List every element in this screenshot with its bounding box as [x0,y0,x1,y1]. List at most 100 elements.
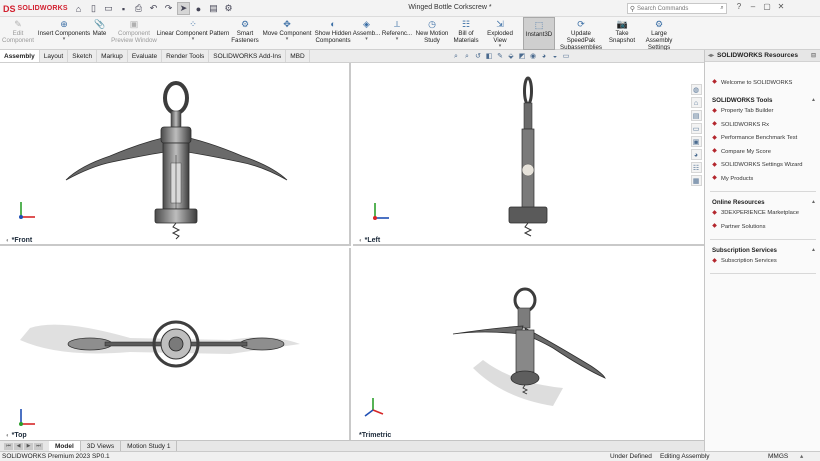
ribbon-button-6[interactable]: ✥ Move Component ▾ [260,17,314,50]
ribbon-button-8[interactable]: ◈ Assemb... ▾ [353,17,381,50]
dropdown-arrow-icon[interactable]: ▾ [63,37,66,42]
bottom-tab-3d-views[interactable]: 3D Views [81,440,122,452]
file-explorer-icon[interactable]: ▭ [690,123,702,134]
home-tab-icon[interactable]: ⌂ [690,97,702,108]
viewport-top[interactable]: ◐ *Top [0,248,351,440]
print-icon[interactable]: ⎙ [132,2,145,15]
open-folder-icon[interactable]: ▭ [102,2,115,15]
bottom-tab-model[interactable]: Model [49,440,81,452]
tab-assembly[interactable]: Assembly [0,50,40,62]
search-input[interactable]: Search Commands [637,6,718,12]
appearances-icon[interactable]: ◕ [690,149,702,160]
ribbon-button-9[interactable]: ⟂ Referenc... ▾ [382,17,412,50]
view-settings-icon[interactable]: ▭ [562,52,570,61]
search-scope-icon[interactable]: ⚲ [628,5,637,13]
view-eye-icon[interactable]: ◐ [359,238,363,244]
tab-evaluate[interactable]: Evaluate [128,50,163,62]
design-library-icon[interactable]: ▤ [690,110,702,121]
restore-icon[interactable]: ▢ [762,2,772,11]
forum-icon[interactable]: ▦ [690,175,702,186]
view-orientation-icon[interactable]: ⬙ [507,52,515,61]
previous-view-icon[interactable]: ↺ [474,52,482,61]
resource-link[interactable]: ◆ Partner Solutions [705,220,820,234]
pin-icon[interactable]: ⊟ [811,52,816,59]
task-pane-nav-icon[interactable]: ◂▸ [708,52,714,59]
tab-mbd[interactable]: MBD [286,50,310,62]
ribbon-button-11[interactable]: ☷ Bill of Materials [453,17,479,50]
select-arrow-icon[interactable]: ➤ [177,2,190,15]
edit-appearance-icon[interactable]: ◕ [540,52,548,61]
apply-scene-icon[interactable]: ◒ [551,52,559,61]
ribbon-button-1[interactable]: ⊕ Insert Components ▾ [35,17,93,50]
resource-link[interactable]: ◆ SOLIDWORKS Rx [705,118,820,132]
tab-markup[interactable]: Markup [97,50,128,62]
dynamic-annotation-icon[interactable]: ✎ [496,52,504,61]
ribbon-button-14[interactable]: ⟳ Update SpeedPak Subassemblies [557,17,605,51]
resources-tab-icon[interactable]: ◍ [690,84,702,95]
tab-render-tools[interactable]: Render Tools [162,50,210,62]
solidworks-logo[interactable]: DS SOLIDWORKS [3,3,68,14]
resource-link[interactable]: ◆ 3DEXPERIENCE Marketplace [705,207,820,221]
hide-show-items-icon[interactable]: ◉ [529,52,537,61]
ribbon-button-16[interactable]: ⚙ Large Assembly Settings [637,17,681,51]
save-icon[interactable]: ▪ [117,2,130,15]
dropdown-arrow-icon[interactable]: ▾ [286,37,289,42]
view-palette-icon[interactable]: ▣ [690,136,702,147]
status-units[interactable]: MMGS [768,452,788,461]
ribbon-button-15[interactable]: 📷 Take Snapshot [607,17,637,50]
collapse-chevron-icon[interactable]: ▲ [811,199,816,205]
ribbon-button-2[interactable]: 📎 Mate [91,17,108,50]
ribbon-button-10[interactable]: ◷ New Motion Study [413,17,451,50]
new-document-icon[interactable]: ▯ [87,2,100,15]
rebuild-icon[interactable]: ● [192,2,205,15]
minimize-icon[interactable]: – [748,2,758,11]
welcome-link[interactable]: ◆ Welcome to SOLIDWORKS [705,76,820,90]
zoom-to-area-icon[interactable]: ⌕ [463,52,471,61]
ribbon-button-7[interactable]: ◐ Show Hidden Components [313,17,353,50]
section-header[interactable]: Online Resources ▲ [705,198,820,207]
ribbon-button-13[interactable]: ⬚ Instant3D [523,17,555,50]
viewport-left[interactable]: ◐ *Left [353,63,704,246]
section-view-icon[interactable]: ◧ [485,52,493,61]
search-icon[interactable]: ⌕ [718,5,726,12]
file-properties-icon[interactable]: ▤ [207,2,220,15]
tab-layout[interactable]: Layout [40,50,69,62]
redo-icon[interactable]: ↷ [162,2,175,15]
tab-sketch[interactable]: Sketch [68,50,98,62]
close-icon[interactable]: ✕ [776,2,786,11]
next-tab-icon[interactable]: ▶ [24,442,33,450]
first-tab-icon[interactable]: ⏮ [4,442,13,450]
resource-link[interactable]: ◆ Property Tab Builder [705,105,820,119]
tab-solidworks-add-ins[interactable]: SOLIDWORKS Add-Ins [209,50,287,62]
dropdown-arrow-icon[interactable]: ▾ [365,37,368,42]
undo-icon[interactable]: ↶ [147,2,160,15]
help-icon[interactable]: ? [734,2,744,11]
last-tab-icon[interactable]: ⏭ [34,442,43,450]
resource-link[interactable]: ◆ SOLIDWORKS Settings Wizard [705,159,820,173]
status-units-dropdown-icon[interactable]: ▴ [800,452,803,461]
custom-properties-icon[interactable]: ☷ [690,162,702,173]
resource-link[interactable]: ◆ Compare My Score [705,145,820,159]
resource-link[interactable]: ◆ Subscription Services [705,255,820,269]
collapse-chevron-icon[interactable]: ▲ [811,247,816,253]
dropdown-arrow-icon[interactable]: ▾ [192,37,195,42]
search-commands-field[interactable]: ⚲ Search Commands ⌕ [627,3,727,14]
dropdown-arrow-icon[interactable]: ▾ [499,44,502,49]
view-eye-icon[interactable]: ◐ [6,238,10,244]
view-eye-icon[interactable]: ◐ [6,433,10,439]
ribbon-button-5[interactable]: ⚙ Smart Fasteners [231,17,259,50]
ribbon-button-4[interactable]: ⁘ Linear Component Pattern ▾ [156,17,230,50]
home-icon[interactable]: ⌂ [72,2,85,15]
viewport-front[interactable]: ◐ *Front [0,63,351,246]
section-header[interactable]: Subscription Services ▲ [705,246,820,255]
zoom-to-fit-icon[interactable]: ⌕ [452,52,460,61]
section-header[interactable]: SOLIDWORKS Tools ▲ [705,96,820,105]
ribbon-button-12[interactable]: ⇲ Exploded View ▾ [481,17,519,50]
bottom-tab-motion-study-1[interactable]: Motion Study 1 [121,440,178,452]
prev-tab-icon[interactable]: ◀ [14,442,23,450]
resource-link[interactable]: ◆ Performance Benchmark Test [705,132,820,146]
collapse-chevron-icon[interactable]: ▲ [811,97,816,103]
viewport-trimetric[interactable]: *Trimetric [353,248,704,440]
display-style-icon[interactable]: ◩ [518,52,526,61]
resource-link[interactable]: ◆ My Products [705,172,820,186]
